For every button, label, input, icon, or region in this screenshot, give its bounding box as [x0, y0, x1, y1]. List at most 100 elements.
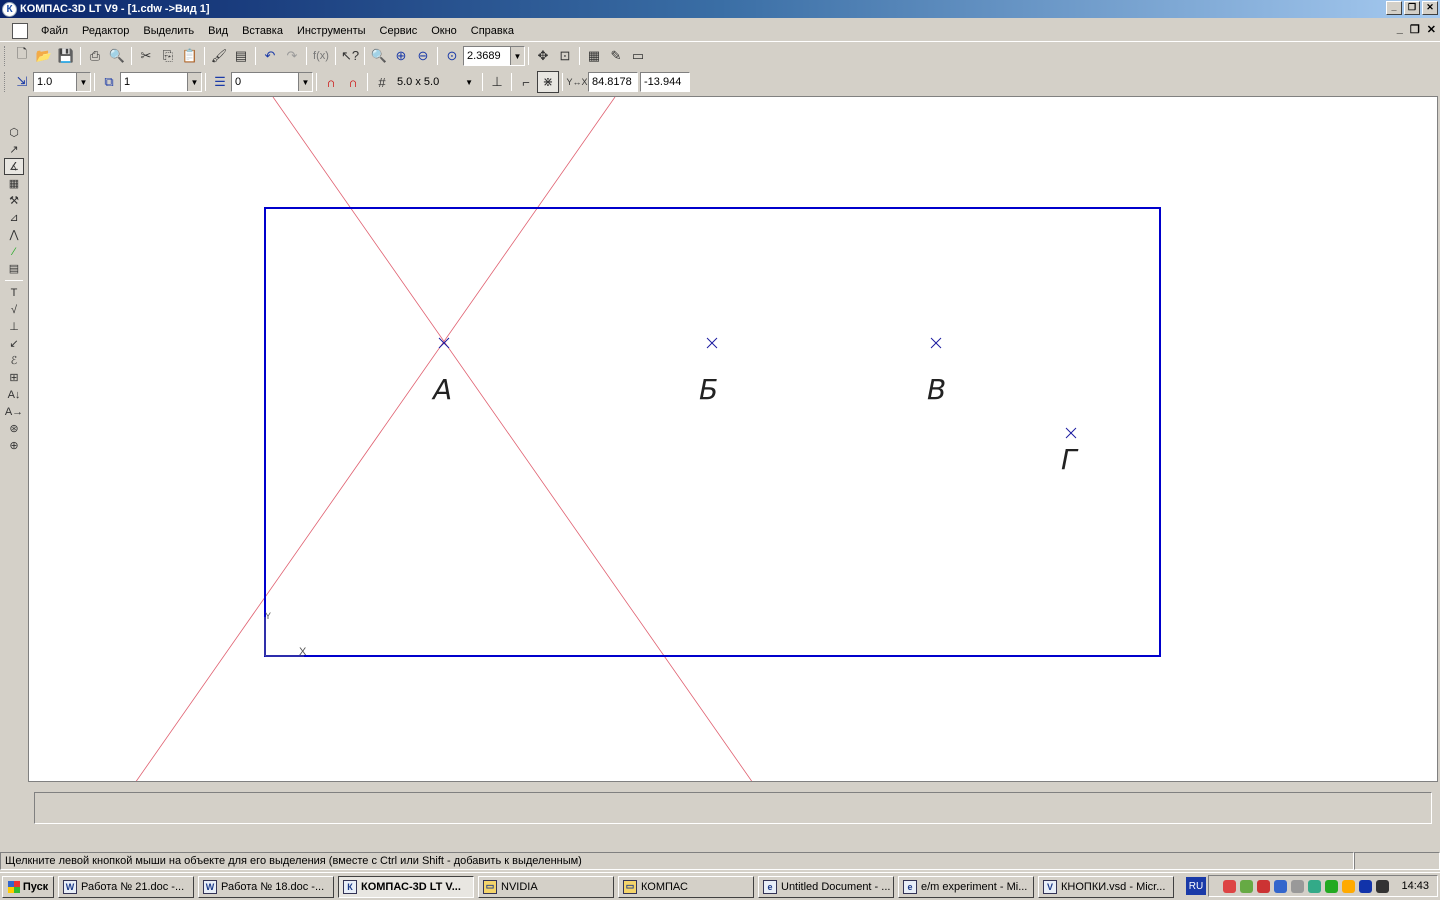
menu-help[interactable]: Справка — [464, 25, 521, 37]
leader-icon[interactable]: ↙ — [4, 335, 24, 352]
drawing-canvas[interactable]: А Б В Г Y X — [28, 96, 1438, 782]
view-arrow-icon[interactable]: A↓ — [4, 386, 24, 403]
taskbar-button-visio[interactable]: V КНОПКИ.vsd - Micr... — [1038, 875, 1174, 898]
point-g-label[interactable]: Г — [1061, 443, 1079, 476]
layer-icon[interactable]: ☰ — [209, 71, 231, 93]
view-combo[interactable]: 1 ▼ — [120, 72, 202, 92]
roughness-icon[interactable]: √ — [4, 301, 24, 318]
spec-icon[interactable]: ▤ — [4, 260, 24, 277]
open-icon[interactable]: 📂 — [33, 45, 55, 67]
section-line-icon[interactable]: A→ — [4, 403, 24, 420]
menu-edit[interactable]: Редактор — [75, 25, 136, 37]
ortho-icon[interactable]: ⌐ — [515, 71, 537, 93]
tray-app-icon[interactable] — [1359, 879, 1373, 893]
point-a-label[interactable]: А — [431, 373, 452, 406]
scale-combo[interactable]: 1.0 ▼ — [33, 72, 91, 92]
position-leader-icon[interactable]: ℰ — [4, 352, 24, 369]
layer-combo[interactable]: 0 ▼ — [231, 72, 313, 92]
coord-y-field[interactable]: -13.944 — [640, 72, 690, 92]
drawing-svg[interactable]: А Б В Г Y X — [29, 97, 1438, 782]
redo-icon[interactable]: ↷ — [281, 45, 303, 67]
selection-icon[interactable]: ⋀ — [4, 226, 24, 243]
toolbar-grip[interactable] — [4, 46, 7, 66]
view-icon[interactable]: ⧉ — [98, 71, 120, 93]
coord-x-field[interactable]: 84.8178 — [588, 72, 638, 92]
taskbar-button-word-18[interactable]: W Работа № 18.doc -... — [198, 875, 334, 898]
function-icon[interactable]: f(x) — [310, 45, 332, 67]
zoom-in-icon[interactable]: ⊕ — [390, 45, 412, 67]
menu-window[interactable]: Окно — [424, 25, 464, 37]
point-v-marker[interactable] — [930, 337, 942, 349]
symbols-icon[interactable]: ∡ — [4, 158, 24, 175]
save-icon[interactable]: 💾 — [55, 45, 77, 67]
taskbar-button-untitled-document[interactable]: e Untitled Document - ... — [758, 875, 894, 898]
copy-icon[interactable]: ⎘ — [157, 45, 179, 67]
point-b-marker[interactable] — [706, 337, 718, 349]
network-icon[interactable] — [1223, 879, 1237, 893]
variables-icon[interactable]: ✎ — [605, 45, 627, 67]
chevron-down-icon[interactable]: ▼ — [187, 73, 201, 91]
point-v-label[interactable]: В — [927, 373, 946, 406]
measure-icon[interactable]: ⊿ — [4, 209, 24, 226]
undo-icon[interactable]: ↶ — [259, 45, 281, 67]
chevron-down-icon[interactable]: ▼ — [465, 78, 473, 87]
geometry-icon[interactable]: ⬡ — [4, 124, 24, 141]
grid-icon[interactable]: # — [371, 71, 393, 93]
tray-app-icon[interactable] — [1240, 879, 1254, 893]
dimensions-icon[interactable]: ↗ — [4, 141, 24, 158]
tray-app-icon[interactable] — [1376, 879, 1390, 893]
tray-app-icon[interactable] — [1274, 879, 1288, 893]
chevron-down-icon[interactable]: ▼ — [298, 73, 312, 91]
zoom-combo[interactable]: 2.3689 ▼ — [463, 46, 525, 66]
chevron-down-icon[interactable]: ▼ — [510, 47, 524, 65]
grid-combo[interactable]: 5.0 x 5.0 ▼ — [393, 72, 479, 92]
paste-icon[interactable]: 📋 — [179, 45, 201, 67]
zoom-window-icon[interactable]: 🔍 — [368, 45, 390, 67]
language-indicator[interactable]: RU — [1186, 877, 1206, 895]
round-coords-icon[interactable]: ⋇ — [537, 71, 559, 93]
tray-app-icon[interactable] — [1325, 879, 1339, 893]
menu-insert[interactable]: Вставка — [235, 25, 290, 37]
taskbar-button-kompas[interactable]: К КОМПАС-3D LT V... — [338, 875, 474, 898]
print-preview-icon[interactable]: 🔍 — [106, 45, 128, 67]
security-icon[interactable] — [1257, 879, 1271, 893]
base-icon[interactable]: ⊥ — [4, 318, 24, 335]
restore-button[interactable]: ❐ — [1404, 1, 1420, 15]
snap-magnet-icon[interactable]: ∩ — [320, 71, 342, 93]
pan-icon[interactable]: ✥ — [532, 45, 554, 67]
table-icon[interactable]: ⊞ — [4, 369, 24, 386]
start-button[interactable]: Пуск — [2, 875, 54, 898]
taskbar-button-em-experiment[interactable]: e e/m experiment - Mi... — [898, 875, 1034, 898]
tolerance-icon[interactable]: ⊛ — [4, 420, 24, 437]
toolbar-grip[interactable] — [4, 72, 7, 92]
document-icon[interactable] — [12, 22, 28, 39]
clock[interactable]: 14:43 — [1401, 880, 1429, 892]
tray-app-icon[interactable] — [1342, 879, 1356, 893]
zoom-out-icon[interactable]: ⊖ — [412, 45, 434, 67]
print-icon[interactable]: ⎙ — [84, 45, 106, 67]
text-icon[interactable]: T — [4, 284, 24, 301]
menu-select[interactable]: Выделить — [136, 25, 201, 37]
axis-icon[interactable]: ⊕ — [4, 437, 24, 454]
menu-view[interactable]: Вид — [201, 25, 235, 37]
taskbar-button-word-21[interactable]: W Работа № 21.doc -... — [58, 875, 194, 898]
library-manager-icon[interactable]: ▦ — [583, 45, 605, 67]
menu-tools[interactable]: Инструменты — [290, 25, 373, 37]
tray-app-icon[interactable] — [1291, 879, 1305, 893]
properties-icon[interactable]: ▤ — [230, 45, 252, 67]
format-painter-icon[interactable]: 🖌 — [208, 45, 230, 67]
menu-service[interactable]: Сервис — [373, 25, 425, 37]
context-help-icon[interactable]: ↖? — [339, 45, 361, 67]
parametrization-icon[interactable]: ⚒ — [4, 192, 24, 209]
scale-icon[interactable]: ⇲ — [11, 71, 33, 93]
point-g-marker[interactable] — [1065, 427, 1077, 439]
frame-rectangle[interactable] — [264, 207, 1161, 657]
auxiliary-line[interactable] — [135, 97, 616, 782]
taskbar-button-kompas-folder[interactable]: ▭ КОМПАС — [618, 875, 754, 898]
minimize-button[interactable]: _ — [1386, 1, 1402, 15]
cut-icon[interactable]: ✂ — [135, 45, 157, 67]
menu-file[interactable]: Файл — [34, 25, 75, 37]
tray-app-icon[interactable] — [1308, 879, 1322, 893]
close-button[interactable]: ✕ — [1422, 1, 1438, 15]
mdi-minimize-button[interactable]: _ — [1397, 23, 1403, 36]
